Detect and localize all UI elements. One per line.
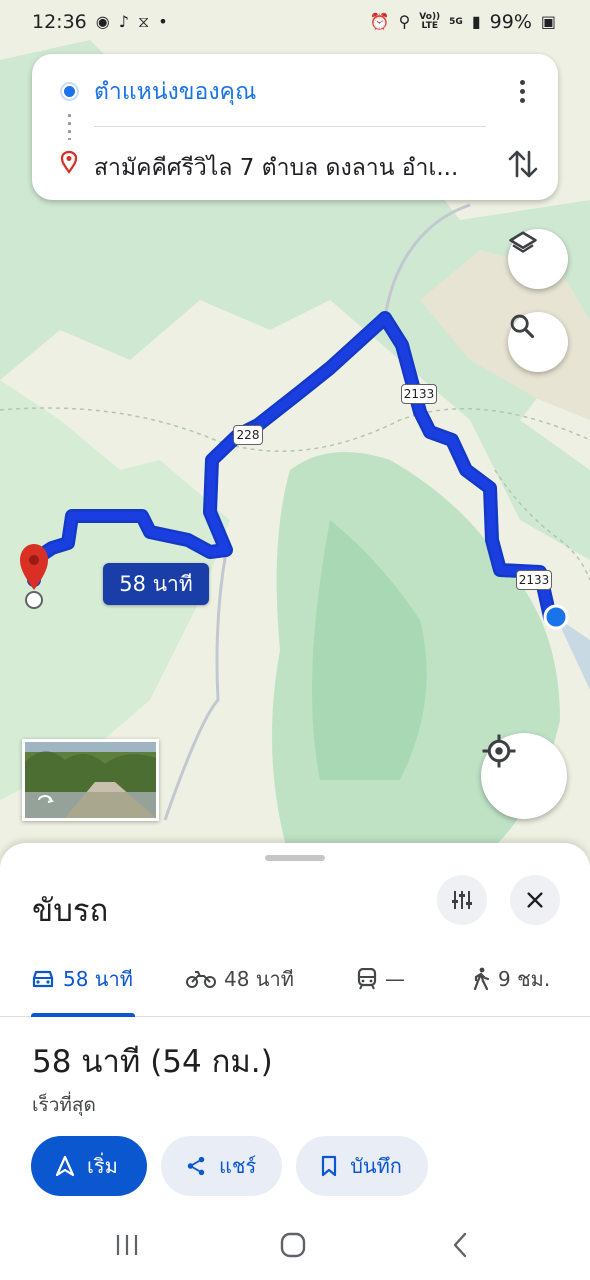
start-button[interactable]: เริ่ม xyxy=(31,1136,147,1196)
status-bar: 12:36 ◉ ♪ ⧖ • ⏰ ⚲ Vo)) LTE 5G ▮ 99% ▣ xyxy=(0,0,590,44)
route-shield-2133-north: 2133 xyxy=(401,384,437,404)
battery-percent: 99% xyxy=(489,11,532,33)
destination-marker-base xyxy=(25,591,43,609)
street-view-thumbnail[interactable] xyxy=(22,739,159,821)
tab-walking[interactable]: 9 ชม. xyxy=(472,959,550,999)
walk-icon xyxy=(473,967,490,991)
network-type-label: 5G xyxy=(449,16,463,27)
search-icon xyxy=(510,314,535,339)
tab-driving[interactable]: 58 นาที xyxy=(31,959,133,999)
transit-icon xyxy=(357,968,377,990)
share-icon xyxy=(187,1156,205,1176)
more-options-button[interactable] xyxy=(510,74,534,108)
action-buttons: เริ่ม แชร์ บันทึก xyxy=(31,1136,428,1196)
origin-field[interactable]: ตำแหน่งของคุณ xyxy=(94,74,256,110)
back-icon xyxy=(453,1232,467,1258)
travel-mode-tabs: 58 นาที 48 นาที — 9 ชม. xyxy=(0,947,590,1017)
close-icon xyxy=(527,892,543,908)
start-button-label: เริ่ม xyxy=(87,1154,118,1178)
route-subtitle: เร็วที่สุด xyxy=(32,1094,96,1116)
app-notification-icon: ⧖ xyxy=(137,12,150,31)
tune-icon xyxy=(452,891,472,909)
more-dot xyxy=(519,97,525,103)
current-location-dot xyxy=(543,604,569,630)
tab-driving-label: 58 นาที xyxy=(63,967,133,991)
share-button[interactable]: แชร์ xyxy=(161,1136,283,1196)
recent-apps-button[interactable] xyxy=(107,1228,147,1262)
more-notifications-icon: • xyxy=(158,12,168,31)
signal-icon: ▮ xyxy=(471,12,481,31)
tab-transit[interactable]: — xyxy=(357,959,405,999)
tab-motorcycle[interactable]: 48 นาที xyxy=(186,959,294,999)
origin-dot-icon xyxy=(62,84,77,99)
more-dot xyxy=(519,79,525,85)
field-divider xyxy=(94,126,486,127)
sheet-title: ขับรถ xyxy=(32,893,109,929)
tiktok-icon: ♪ xyxy=(118,12,129,31)
system-navigation-bar xyxy=(0,1210,590,1280)
volte-indicator: Vo)) LTE xyxy=(419,13,440,31)
route-shield-2133-south: 2133 xyxy=(516,570,552,590)
map-search-button[interactable] xyxy=(508,312,568,372)
layers-button[interactable] xyxy=(508,229,568,289)
destination-pin-small-icon xyxy=(60,150,78,174)
messenger-icon: ◉ xyxy=(95,12,110,31)
home-button[interactable] xyxy=(273,1228,313,1262)
route-options-button[interactable] xyxy=(437,875,487,925)
back-button[interactable] xyxy=(440,1228,480,1262)
swap-directions-button[interactable] xyxy=(506,146,540,182)
active-tab-indicator xyxy=(31,1013,135,1017)
close-button[interactable] xyxy=(510,875,560,925)
motorcycle-icon xyxy=(186,971,216,988)
tab-motorcycle-label: 48 นาที xyxy=(224,967,294,991)
crosshair-icon xyxy=(482,734,516,768)
tab-transit-label: — xyxy=(385,967,405,991)
destination-pin-center xyxy=(29,555,39,565)
my-location-button[interactable] xyxy=(481,733,567,819)
navigation-arrow-icon xyxy=(55,1155,75,1177)
location-icon: ⚲ xyxy=(398,12,411,31)
status-time: 12:36 xyxy=(32,11,87,33)
save-button-label: บันทึก xyxy=(350,1154,402,1178)
route-duration-label[interactable]: 58 นาที xyxy=(103,563,209,605)
recent-apps-icon xyxy=(116,1235,138,1255)
layers-icon xyxy=(509,231,537,253)
street-view-image xyxy=(25,742,156,818)
route-dots-icon xyxy=(68,114,71,140)
alarm-icon: ⏰ xyxy=(369,12,390,31)
destination-field[interactable]: สามัคคีศรีวิไล 7 ตำบล ดงลาน อำเ... xyxy=(94,150,494,186)
route-summary: 58 นาที (54 กม.) xyxy=(32,1044,273,1080)
bookmark-icon xyxy=(322,1155,337,1177)
status-left: 12:36 ◉ ♪ ⧖ • xyxy=(32,11,168,33)
share-button-label: แชร์ xyxy=(219,1154,257,1178)
sheet-drag-handle[interactable] xyxy=(265,855,325,861)
more-dot xyxy=(519,88,525,94)
car-icon xyxy=(32,970,54,988)
lte-label: LTE xyxy=(421,21,438,31)
status-right: ⏰ ⚲ Vo)) LTE 5G ▮ 99% ▣ xyxy=(370,11,556,33)
tab-walking-label: 9 ชม. xyxy=(498,967,551,991)
directions-card: ตำแหน่งของคุณ สามัคคีศรีวิไล 7 ตำบล ดงลา… xyxy=(32,54,558,200)
route-shield-228: 228 xyxy=(233,425,263,445)
battery-charging-icon: ▣ xyxy=(540,12,556,31)
save-button[interactable]: บันทึก xyxy=(296,1136,428,1196)
home-icon xyxy=(280,1232,306,1258)
